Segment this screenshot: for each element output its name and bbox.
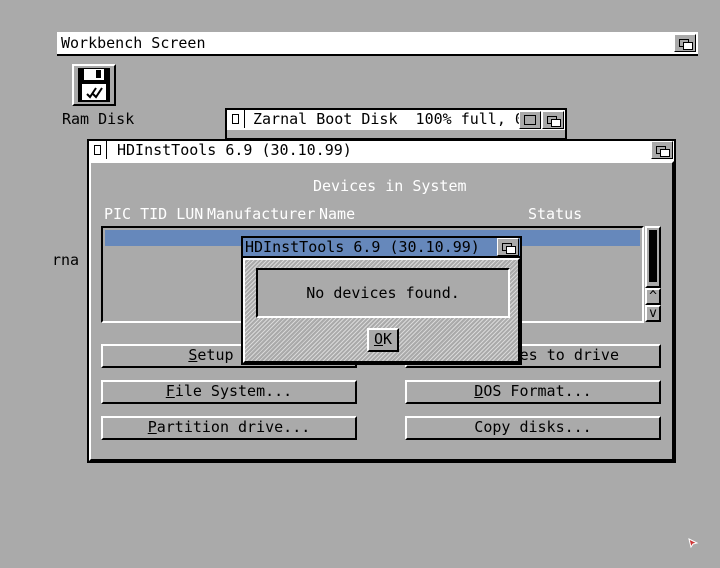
dialog-message: No devices found. xyxy=(306,284,460,302)
main-depth-icon[interactable] xyxy=(651,141,673,159)
screen-title-bar: Workbench Screen xyxy=(57,32,698,56)
save-changes-label: ges to drive xyxy=(510,346,619,364)
boot-disk-title-bar[interactable]: Zarnal Boot Disk 100% full, 0K xyxy=(227,110,565,130)
boot-disk-zoom-icon[interactable] xyxy=(519,111,541,129)
file-system-button[interactable]: File System... xyxy=(101,380,357,404)
ok-button[interactable]: OK xyxy=(367,328,399,352)
dialog-title: HDInstTools 6.9 (30.10.99) xyxy=(245,238,480,256)
ok-hotkey: O xyxy=(373,330,383,348)
boot-disk-close-icon[interactable] xyxy=(227,110,245,128)
file-system-hotkey: F xyxy=(165,382,175,400)
column-status: Status xyxy=(528,205,583,223)
boot-disk-depth-icon[interactable] xyxy=(542,111,564,129)
copy-disks-button[interactable]: Copy disks... xyxy=(405,416,661,440)
floppy-disk-icon xyxy=(78,68,110,102)
copy-disks-label: Copy disks... xyxy=(474,418,592,436)
partition-label: artition drive... xyxy=(156,418,311,436)
dialog-depth-icon[interactable] xyxy=(497,238,519,256)
dos-format-button[interactable]: DOS Format... xyxy=(405,380,661,404)
scroll-up-arrow-icon: ^ xyxy=(649,289,657,304)
file-system-label: ile System... xyxy=(174,382,293,400)
scroll-down-arrow-icon: v xyxy=(649,306,657,321)
mouse-pointer-icon xyxy=(688,538,699,548)
ram-disk-icon[interactable] xyxy=(72,64,116,106)
screen-depth-icon[interactable] xyxy=(674,34,696,52)
scroll-down-button[interactable]: v xyxy=(645,305,661,322)
column-name: Name xyxy=(319,205,356,223)
ram-disk-label[interactable]: Ram Disk xyxy=(62,110,134,128)
main-window-title: HDInstTools 6.9 (30.10.99) xyxy=(117,141,352,159)
column-pic-tid-lun: PIC TID LUN xyxy=(104,205,204,223)
main-close-icon[interactable] xyxy=(89,141,107,159)
partial-desktop-label: rna xyxy=(52,251,80,269)
dos-format-hotkey: D xyxy=(474,382,484,400)
scrollbar-knob[interactable] xyxy=(649,230,657,282)
dialog-title-bar[interactable]: HDInstTools 6.9 (30.10.99) xyxy=(243,238,520,258)
screen-title: Workbench Screen xyxy=(61,34,206,52)
scrollbar-track[interactable] xyxy=(645,226,661,288)
boot-disk-title: Zarnal Boot Disk 100% full, 0K xyxy=(253,110,533,128)
dialog-message-box: No devices found. xyxy=(256,268,510,318)
column-manufacturer: Manufacturer xyxy=(207,205,316,223)
dos-format-label: OS Format... xyxy=(483,382,592,400)
devices-heading: Devices in System xyxy=(313,177,467,195)
scroll-up-button[interactable]: ^ xyxy=(645,288,661,305)
partition-hotkey: P xyxy=(147,418,157,436)
main-title-bar[interactable]: HDInstTools 6.9 (30.10.99) xyxy=(89,141,674,163)
requester-dialog: HDInstTools 6.9 (30.10.99) No devices fo… xyxy=(241,236,522,365)
partition-drive-button[interactable]: Partition drive... xyxy=(101,416,357,440)
ok-label: K xyxy=(383,330,393,348)
